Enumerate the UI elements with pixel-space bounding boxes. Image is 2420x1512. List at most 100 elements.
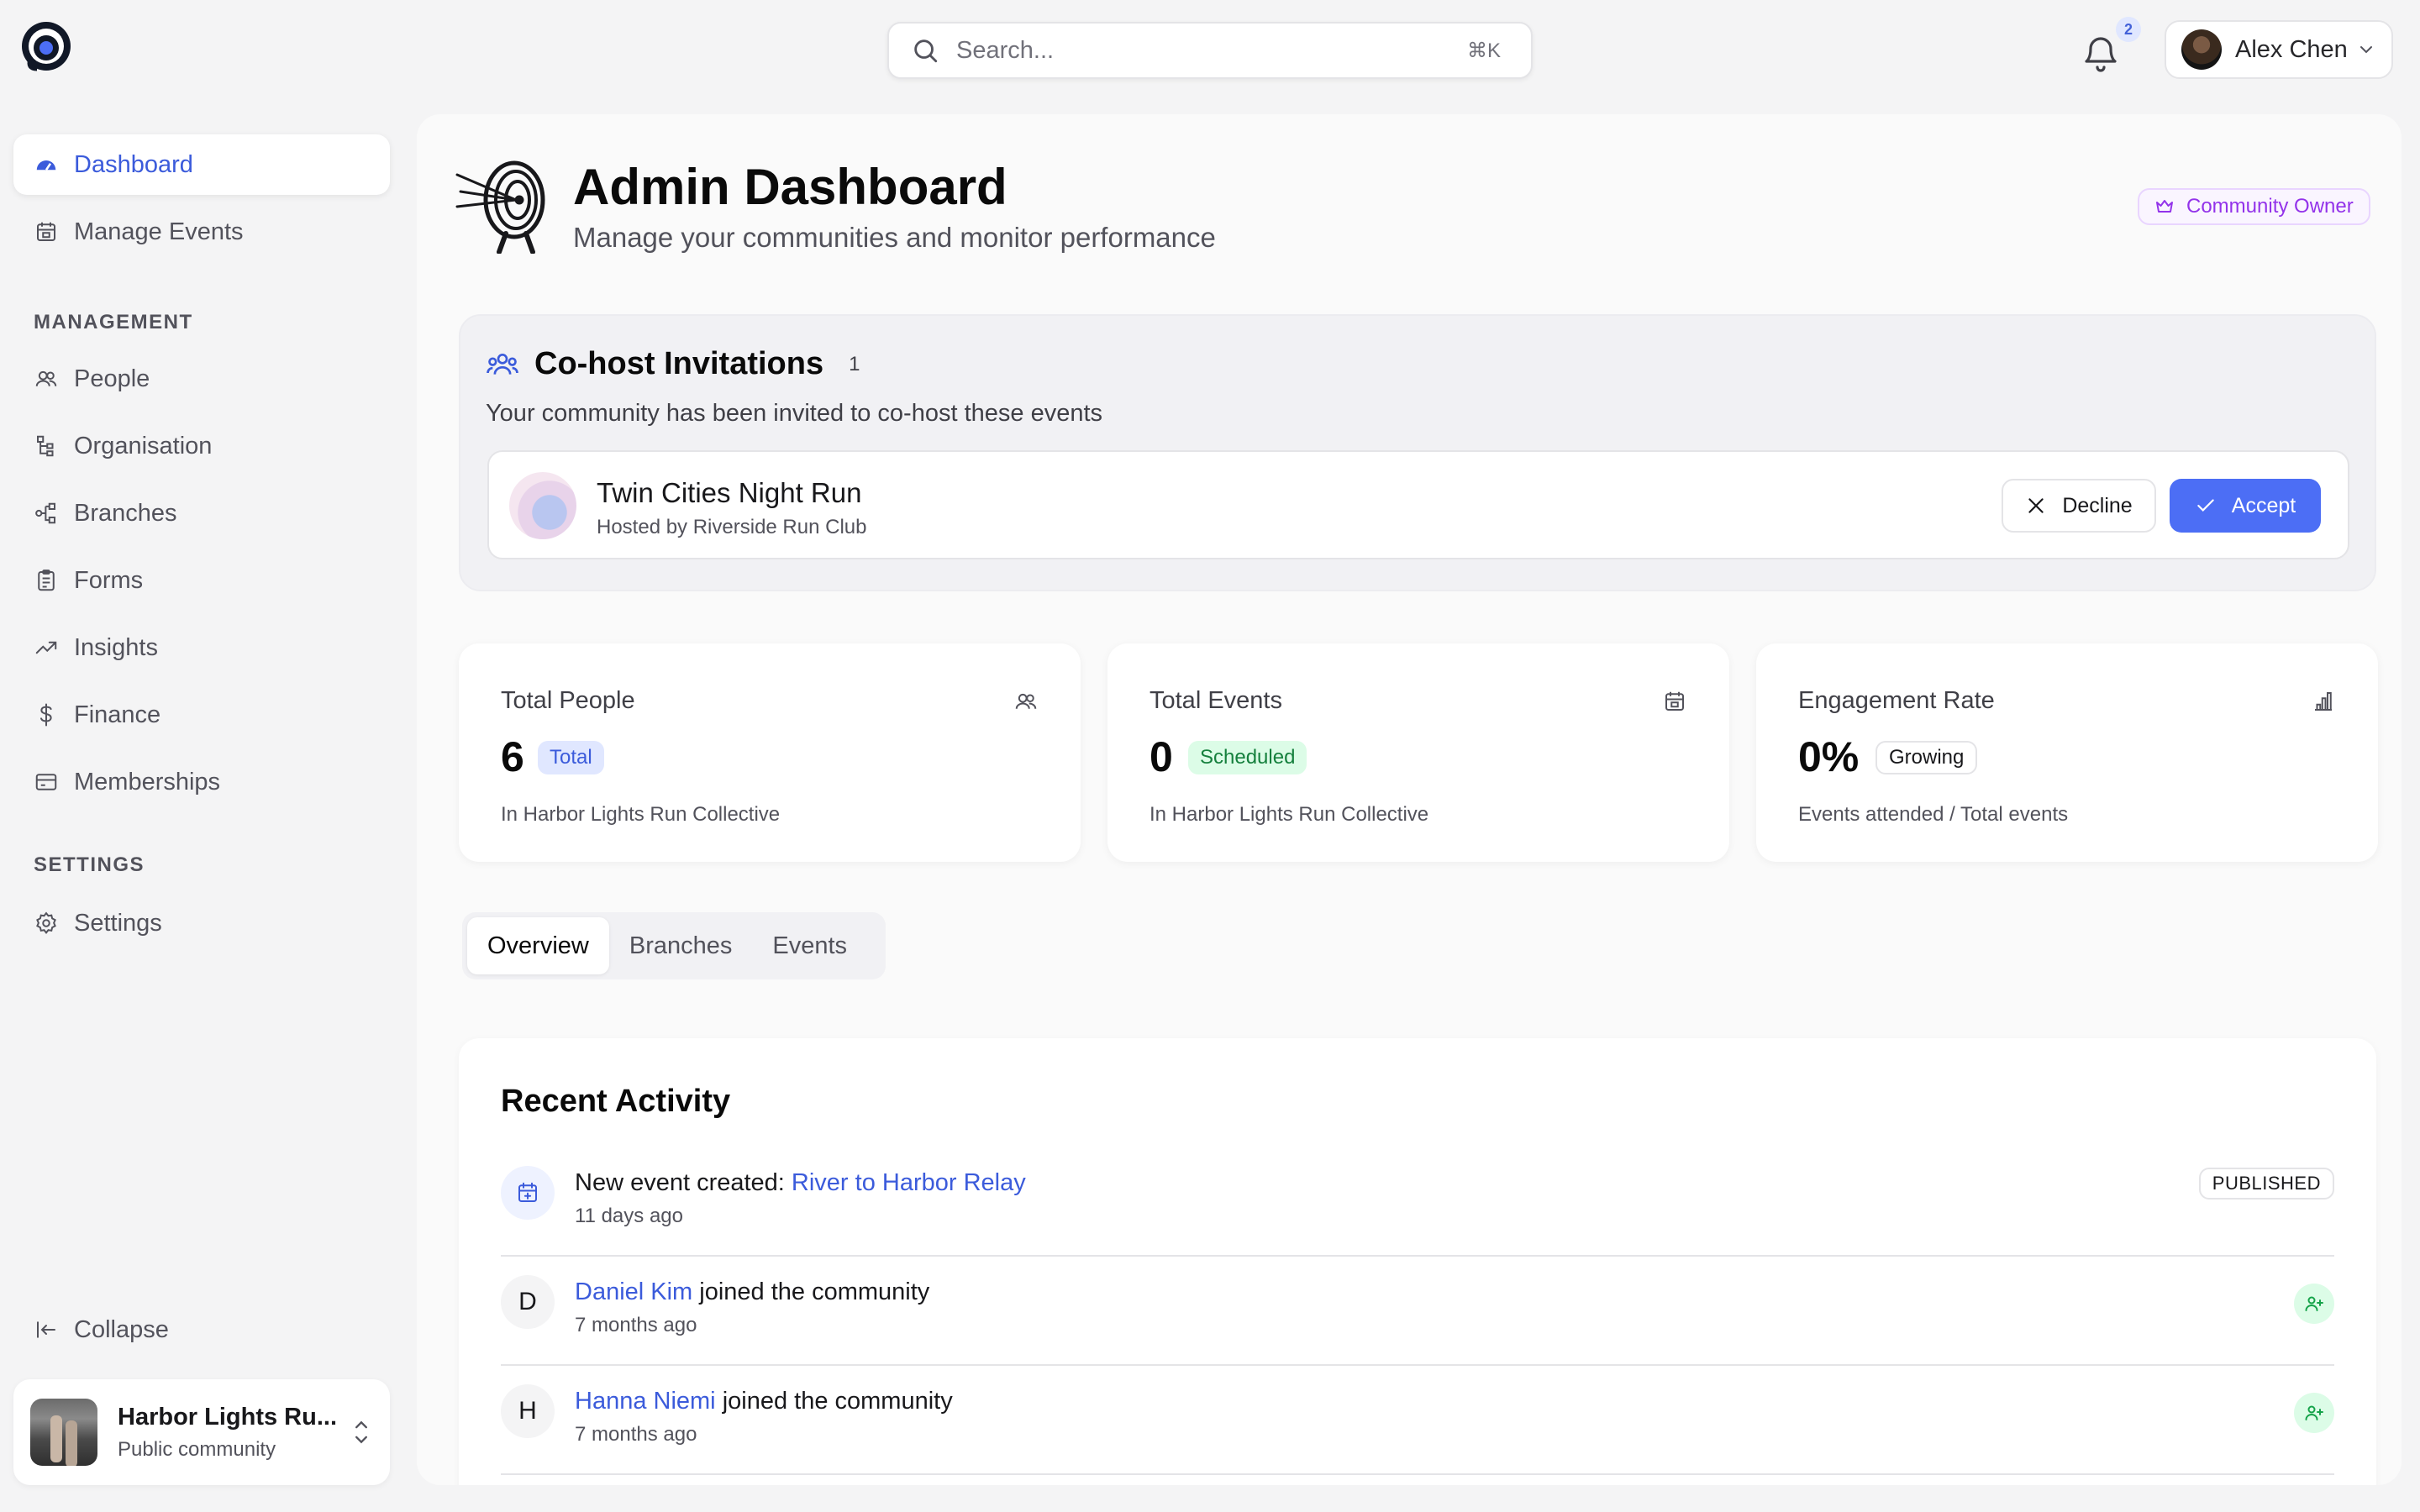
- activity-link[interactable]: Hanna Niemi: [575, 1388, 716, 1415]
- search-shortcut: ⌘K: [1466, 39, 1501, 62]
- calendar-icon: [34, 219, 59, 244]
- activity-text: New event created: River to Harbor Relay: [575, 1169, 1026, 1197]
- decline-button[interactable]: Decline: [2002, 479, 2156, 533]
- activity-prefix: New event created:: [575, 1169, 792, 1196]
- activity-time: 7 months ago: [575, 1423, 697, 1446]
- event-thumbnail: [509, 472, 576, 539]
- activity-time: 11 days ago: [575, 1205, 683, 1227]
- accept-button[interactable]: Accept: [2170, 479, 2321, 533]
- recent-activity-card: Recent Activity New event created: River…: [459, 1038, 2376, 1485]
- main-content: Admin Dashboard Manage your communities …: [417, 114, 2402, 1485]
- calendar-plus-icon: [515, 1180, 540, 1205]
- activity-link[interactable]: Daniel Kim: [575, 1278, 692, 1305]
- chevron-down-icon: [2356, 39, 2376, 60]
- sidebar-item-forms[interactable]: Forms: [13, 550, 390, 611]
- sidebar-item-label: Branches: [74, 499, 177, 527]
- search-bar[interactable]: Search... ⌘K: [887, 22, 1533, 79]
- activity-time: 7 months ago: [575, 1314, 697, 1336]
- stat-badge: Total: [538, 741, 604, 774]
- cohost-description: Your community has been invited to co-ho…: [486, 400, 1103, 427]
- activity-text: Daniel Kim joined the community: [575, 1278, 929, 1306]
- activity-link[interactable]: River to Harbor Relay: [792, 1169, 1026, 1196]
- stat-title: Engagement Rate: [1798, 687, 1995, 714]
- notifications-bell-icon[interactable]: [2081, 34, 2121, 74]
- sidebar-item-manage-events[interactable]: Manage Events: [13, 202, 390, 262]
- sidebar-item-label: Manage Events: [74, 218, 244, 245]
- people-icon: [1013, 689, 1039, 714]
- stat-card-total-events: Total Events 0 Scheduled In Harbor Light…: [1107, 643, 1729, 862]
- stat-footer: In Harbor Lights Run Collective: [1150, 803, 1429, 826]
- activity-avatar: [501, 1166, 555, 1220]
- activity-text: Hanna Niemi joined the community: [575, 1388, 953, 1415]
- sidebar-item-label: Forms: [74, 566, 144, 594]
- trend-icon: [34, 635, 59, 660]
- stat-value: 6: [501, 733, 524, 780]
- community-switcher[interactable]: Harbor Lights Ru... Public community: [13, 1379, 390, 1485]
- tab-overview[interactable]: Overview: [467, 917, 609, 974]
- activity-item: New event created: River to Harbor Relay…: [501, 1147, 2334, 1257]
- people-group-icon: [486, 348, 519, 381]
- community-name: Harbor Lights Ru...: [118, 1403, 337, 1431]
- user-menu-button[interactable]: Alex Chen: [2165, 20, 2393, 79]
- activity-item: H Hanna Niemi joined the community 7 mon…: [501, 1366, 2334, 1475]
- sidebar-item-label: Organisation: [74, 432, 213, 459]
- cohost-title: Co-host Invitations: [534, 346, 824, 381]
- status-badge: PUBLISHED: [2198, 1168, 2334, 1200]
- sidebar-item-memberships[interactable]: Memberships: [13, 752, 390, 812]
- clipboard-icon: [34, 568, 59, 593]
- page-title: Admin Dashboard: [573, 159, 1007, 215]
- community-thumbnail: [30, 1399, 97, 1466]
- sidebar-item-label: Dashboard: [74, 150, 193, 178]
- collapse-icon: [34, 1317, 59, 1342]
- sidebar-item-label: People: [74, 365, 150, 392]
- user-joined-icon: [2294, 1284, 2334, 1324]
- activity-item: D Daniel Kim joined the community 7 mont…: [501, 1257, 2334, 1366]
- collapse-label: Collapse: [74, 1315, 169, 1343]
- role-badge: Community Owner: [2138, 188, 2370, 225]
- sidebar-item-settings[interactable]: Settings: [13, 893, 390, 953]
- page-subtitle: Manage your communities and monitor perf…: [573, 222, 1216, 253]
- stat-title: Total People: [501, 687, 635, 714]
- stat-badge: Scheduled: [1188, 741, 1307, 774]
- org-tree-icon: [34, 433, 59, 459]
- sidebar-item-branches[interactable]: Branches: [13, 483, 390, 543]
- recent-activity-title: Recent Activity: [501, 1084, 731, 1119]
- role-badge-label: Community Owner: [2186, 195, 2354, 218]
- tab-events[interactable]: Events: [752, 917, 867, 974]
- sidebar-item-people[interactable]: People: [13, 349, 390, 409]
- sidebar-item-label: Finance: [74, 701, 161, 728]
- branches-icon: [34, 501, 59, 526]
- tab-branches[interactable]: Branches: [609, 917, 753, 974]
- cohost-count: 1: [849, 352, 860, 375]
- sidebar-item-dashboard[interactable]: Dashboard: [13, 134, 390, 195]
- section-title-settings: SETTINGS: [34, 853, 145, 876]
- sidebar-item-label: Memberships: [74, 768, 221, 795]
- calendar-icon: [1662, 689, 1687, 714]
- check-icon: [2195, 495, 2217, 517]
- sidebar-item-organisation[interactable]: Organisation: [13, 416, 390, 476]
- dashboard-icon: [34, 152, 59, 177]
- sidebar-item-label: Settings: [74, 909, 162, 937]
- user-joined-icon: [2294, 1393, 2334, 1433]
- accept-label: Accept: [2231, 493, 2296, 517]
- target-illustration-icon: [455, 156, 553, 254]
- stat-value: 0%: [1798, 733, 1860, 780]
- close-icon: [2025, 495, 2047, 517]
- community-status: Public community: [118, 1437, 276, 1461]
- sidebar-item-label: Insights: [74, 633, 158, 661]
- collapse-sidebar-button[interactable]: Collapse: [13, 1299, 390, 1360]
- cohost-invitations-card: Co-host Invitations 1 Your community has…: [459, 314, 2376, 591]
- search-placeholder: Search...: [956, 36, 1055, 64]
- event-name: Twin Cities Night Run: [597, 477, 862, 508]
- activity-avatar: D: [501, 1275, 555, 1329]
- sidebar-item-insights[interactable]: Insights: [13, 617, 390, 678]
- gear-icon: [34, 911, 59, 936]
- stat-card-total-people: Total People 6 Total In Harbor Lights Ru…: [459, 643, 1081, 862]
- invitation-row: Twin Cities Night Run Hosted by Riversid…: [487, 450, 2349, 559]
- app-logo[interactable]: [20, 20, 72, 72]
- user-name: Alex Chen: [2235, 35, 2348, 63]
- dollar-icon: [34, 702, 59, 727]
- content-tabs: Overview Branches Events: [462, 912, 886, 979]
- sidebar-item-finance[interactable]: Finance: [13, 685, 390, 745]
- people-icon: [34, 366, 59, 391]
